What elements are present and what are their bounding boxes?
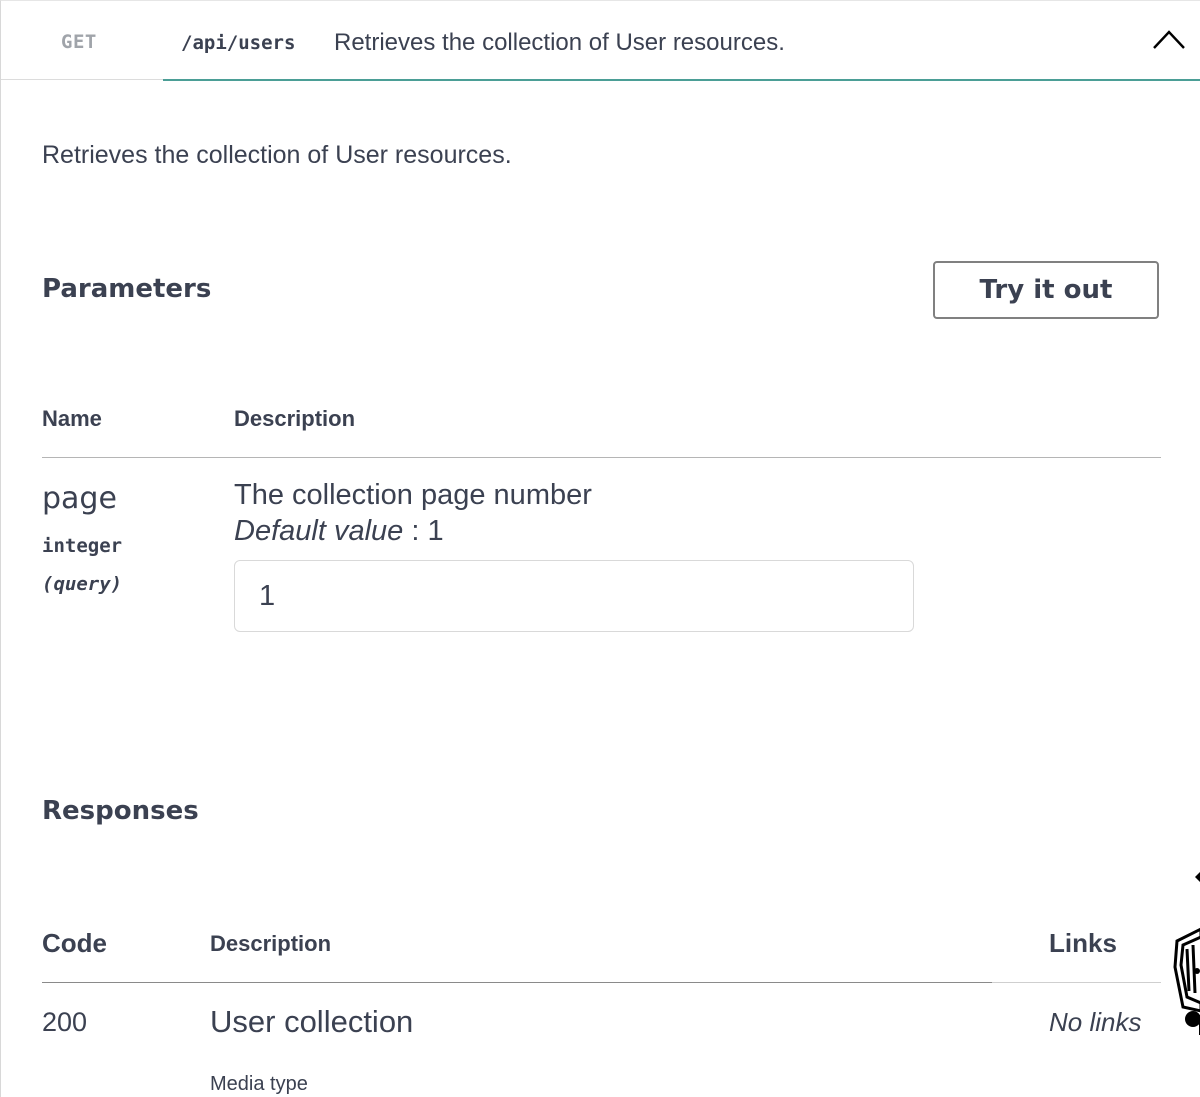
- http-method: GET: [61, 31, 97, 53]
- operation-summary[interactable]: GET /api/users Retrieves the collection …: [1, 1, 1200, 81]
- operation-summary-text: Retrieves the collection of User resourc…: [334, 29, 785, 56]
- operation-description: Retrieves the collection of User resourc…: [42, 141, 512, 169]
- summary-accent-line: [163, 79, 1200, 81]
- param-description: The collection page number: [234, 479, 592, 511]
- param-header-description: Description: [234, 406, 356, 431]
- param-header-divider: [42, 457, 1161, 458]
- param-header-name: Name: [42, 406, 102, 431]
- resp-header-divider-links: [992, 982, 1161, 983]
- response-links: No links: [1049, 1007, 1142, 1037]
- param-type: integer: [42, 535, 123, 557]
- response-description: User collection: [210, 1004, 414, 1039]
- param-default-value: Default value : 1: [234, 515, 444, 548]
- endpoint-path: /api/users: [181, 32, 296, 54]
- mascot-illustration: [1173, 872, 1200, 1035]
- responses-title: Responses: [42, 796, 199, 826]
- param-default-label: Default value: [234, 515, 404, 547]
- chevron-up-icon[interactable]: [1151, 26, 1187, 52]
- param-location: (query): [42, 573, 123, 595]
- page-input[interactable]: [234, 560, 914, 632]
- operation-panel: GET /api/users Retrieves the collection …: [0, 0, 1200, 1097]
- param-default-text: : 1: [403, 515, 444, 547]
- media-type-label: Media type: [210, 1073, 308, 1095]
- resp-header-links: Links: [1049, 928, 1117, 958]
- try-it-out-button[interactable]: Try it out: [933, 261, 1159, 319]
- summary-divider: [1, 79, 163, 80]
- response-code: 200: [42, 1007, 88, 1037]
- param-name: page: [42, 481, 117, 516]
- resp-header-description: Description: [210, 931, 332, 956]
- resp-header-code: Code: [42, 928, 107, 958]
- parameters-title: Parameters: [42, 274, 212, 304]
- resp-header-divider: [42, 982, 992, 983]
